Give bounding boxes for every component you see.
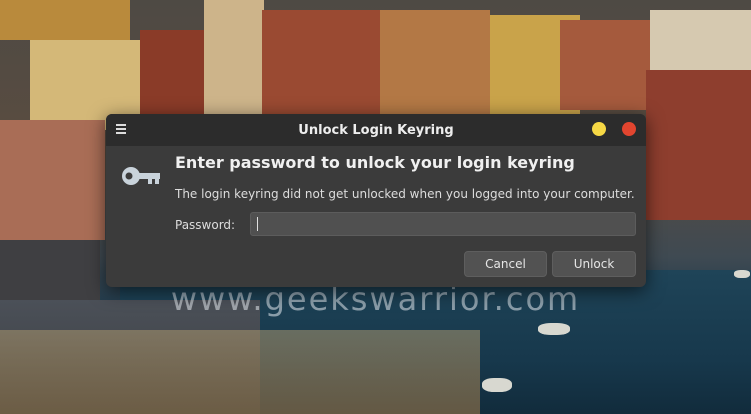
close-icon[interactable]: [622, 122, 636, 136]
dialog-titlebar: Unlock Login Keyring: [106, 114, 646, 146]
text-caret: [257, 217, 258, 231]
dialog-title: Unlock Login Keyring: [298, 122, 454, 138]
cancel-button[interactable]: Cancel: [464, 251, 547, 277]
unlock-keyring-dialog: Unlock Login Keyring Enter password to u…: [106, 114, 646, 287]
password-input[interactable]: [250, 212, 636, 236]
dialog-description: The login keyring did not get unlocked w…: [175, 187, 635, 201]
hamburger-menu-icon[interactable]: [116, 124, 126, 134]
dialog-heading: Enter password to unlock your login keyr…: [175, 153, 575, 172]
minimize-icon[interactable]: [592, 122, 606, 136]
unlock-button[interactable]: Unlock: [552, 251, 636, 277]
password-label: Password:: [175, 218, 236, 232]
key-icon: [122, 167, 160, 185]
